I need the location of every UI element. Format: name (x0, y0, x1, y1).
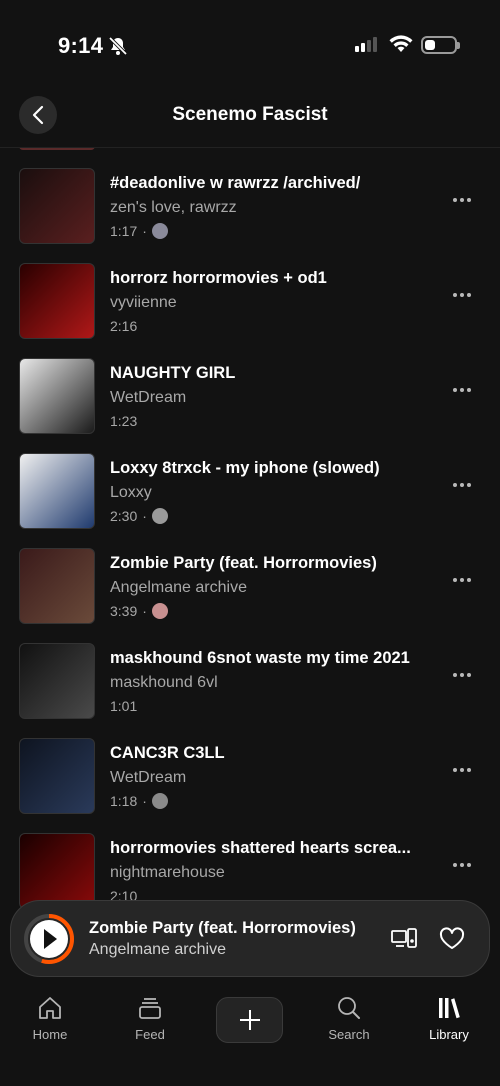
track-title: #deadonlive w rawrzz /archived/ (110, 174, 361, 192)
tab-library-label: Library (429, 1027, 469, 1042)
track-meta: 3:39 · (110, 603, 168, 619)
tab-search[interactable]: Search (309, 995, 389, 1042)
track-duration: 1:17 (110, 223, 138, 239)
track-duration: 2:16 (110, 318, 138, 334)
tab-library[interactable]: Library (409, 995, 489, 1042)
bottom-tab-bar: Home Feed Search Library (0, 985, 500, 1086)
wifi-icon (389, 35, 413, 52)
track-meta: 1:17 · (110, 223, 168, 239)
track-artist: Loxxy (110, 484, 152, 501)
more-options-icon[interactable] (453, 673, 471, 677)
playlist-header: Scenemo Fascist (0, 90, 500, 148)
track-meta: 2:16 (110, 318, 137, 334)
track-meta: 2:30 · (110, 508, 168, 524)
track-meta: 1:23 (110, 413, 137, 429)
track-duration: 1:18 (110, 793, 138, 809)
feed-icon (139, 998, 161, 1019)
track-cover-art (19, 548, 95, 624)
more-options-icon[interactable] (453, 578, 471, 582)
track-list[interactable]: #deadonlive w rawrzz /archived/zen's lov… (0, 148, 500, 910)
battery-level (425, 40, 435, 50)
play-button[interactable] (23, 913, 75, 965)
more-options-icon[interactable] (453, 768, 471, 772)
track-row[interactable]: NAUGHTY GIRL WetDream 1:23 (0, 338, 500, 434)
track-row[interactable]: CANC3R C3LL WetDream 1:18 · (0, 718, 500, 814)
connect-device-icon[interactable] (391, 927, 417, 951)
track-row[interactable]: horrormovies shattered hearts screa... ni… (0, 813, 500, 909)
track-title: maskhound 6snot waste my time 2021 (110, 649, 410, 667)
bell-off-icon (108, 36, 128, 56)
track-artist: Angelmane archive (110, 579, 247, 596)
track-duration: 2:30 (110, 508, 138, 524)
meta-separator: · (142, 793, 147, 809)
status-bar: 9:14 (0, 0, 500, 90)
track-cover-art (19, 833, 95, 909)
track-title: Loxxy 8trxck - my iphone (slowed) (110, 459, 380, 477)
track-title: CANC3R C3LL (110, 744, 225, 762)
track-row[interactable]: horrorz horrormovies + od1 vyviienne 2:16 (0, 243, 500, 339)
tab-feed-label: Feed (135, 1027, 165, 1042)
mini-player[interactable]: Zombie Party (feat. Horrormovies) Angelm… (10, 900, 490, 977)
battery-icon (421, 36, 460, 54)
track-title: horrorz horrormovies + od1 (110, 269, 327, 287)
tab-home-label: Home (32, 1027, 68, 1042)
track-meta: 1:01 (110, 698, 137, 714)
track-row[interactable]: maskhound 6snot waste my time 2021 maskho… (0, 623, 500, 719)
more-options-icon[interactable] (453, 483, 471, 487)
library-icon (439, 998, 460, 1019)
more-options-icon[interactable] (453, 863, 471, 867)
track-artist: zen's love, rawrzz (110, 199, 237, 216)
meta-separator: · (142, 508, 147, 524)
plus-icon (239, 1010, 260, 1030)
more-options-icon[interactable] (453, 293, 471, 297)
uploader-avatar (151, 603, 168, 619)
meta-separator: · (142, 223, 147, 239)
uploader-avatar (151, 508, 168, 524)
track-cover-art (19, 358, 95, 434)
track-row[interactable]: Zombie Party (feat. Horrormovies) Angelma… (0, 528, 500, 624)
tab-feed[interactable]: Feed (110, 995, 190, 1042)
more-options-icon[interactable] (453, 388, 471, 392)
track-artist: WetDream (110, 389, 187, 406)
track-cover-art (19, 168, 95, 244)
track-artist: vyviienne (110, 294, 177, 311)
add-button[interactable] (216, 997, 283, 1043)
track-row[interactable]: #deadonlive w rawrzz /archived/zen's lov… (0, 148, 500, 244)
cellular-signal-icon (355, 37, 377, 52)
track-title: Zombie Party (feat. Horrormovies) (110, 554, 377, 572)
tab-search-label: Search (328, 1027, 370, 1042)
track-row[interactable]: Loxxy 8trxck - my iphone (slowed) Loxxy 2:… (0, 433, 500, 529)
track-duration: 1:23 (110, 413, 138, 429)
track-title: horrormovies shattered hearts screa... (110, 839, 411, 857)
page-title: Scenemo Fascist (172, 104, 328, 125)
track-cover-art (19, 263, 95, 339)
track-duration: 3:39 (110, 603, 138, 619)
tab-home[interactable]: Home (10, 995, 90, 1042)
home-icon (39, 997, 61, 1019)
status-time: 9:14 (58, 33, 104, 58)
track-artist: maskhound 6vl (110, 674, 218, 691)
like-heart-icon[interactable] (439, 927, 465, 951)
more-options-icon[interactable] (453, 198, 471, 202)
meta-separator: · (142, 603, 147, 619)
uploader-avatar (151, 223, 168, 239)
track-duration: 1:01 (110, 698, 138, 714)
track-artist: nightmarehouse (110, 864, 225, 881)
uploader-avatar (151, 793, 168, 809)
now-playing-artist: Angelmane archive (89, 941, 226, 958)
track-cover-art (19, 643, 95, 719)
track-meta: 1:18 · (110, 793, 168, 809)
track-title: NAUGHTY GIRL (110, 364, 236, 382)
search-icon (338, 997, 360, 1019)
track-artist: WetDream (110, 769, 187, 786)
now-playing-title: Zombie Party (feat. Horrormovies) (89, 919, 356, 937)
track-cover-art (19, 738, 95, 814)
track-cover-art (19, 453, 95, 529)
